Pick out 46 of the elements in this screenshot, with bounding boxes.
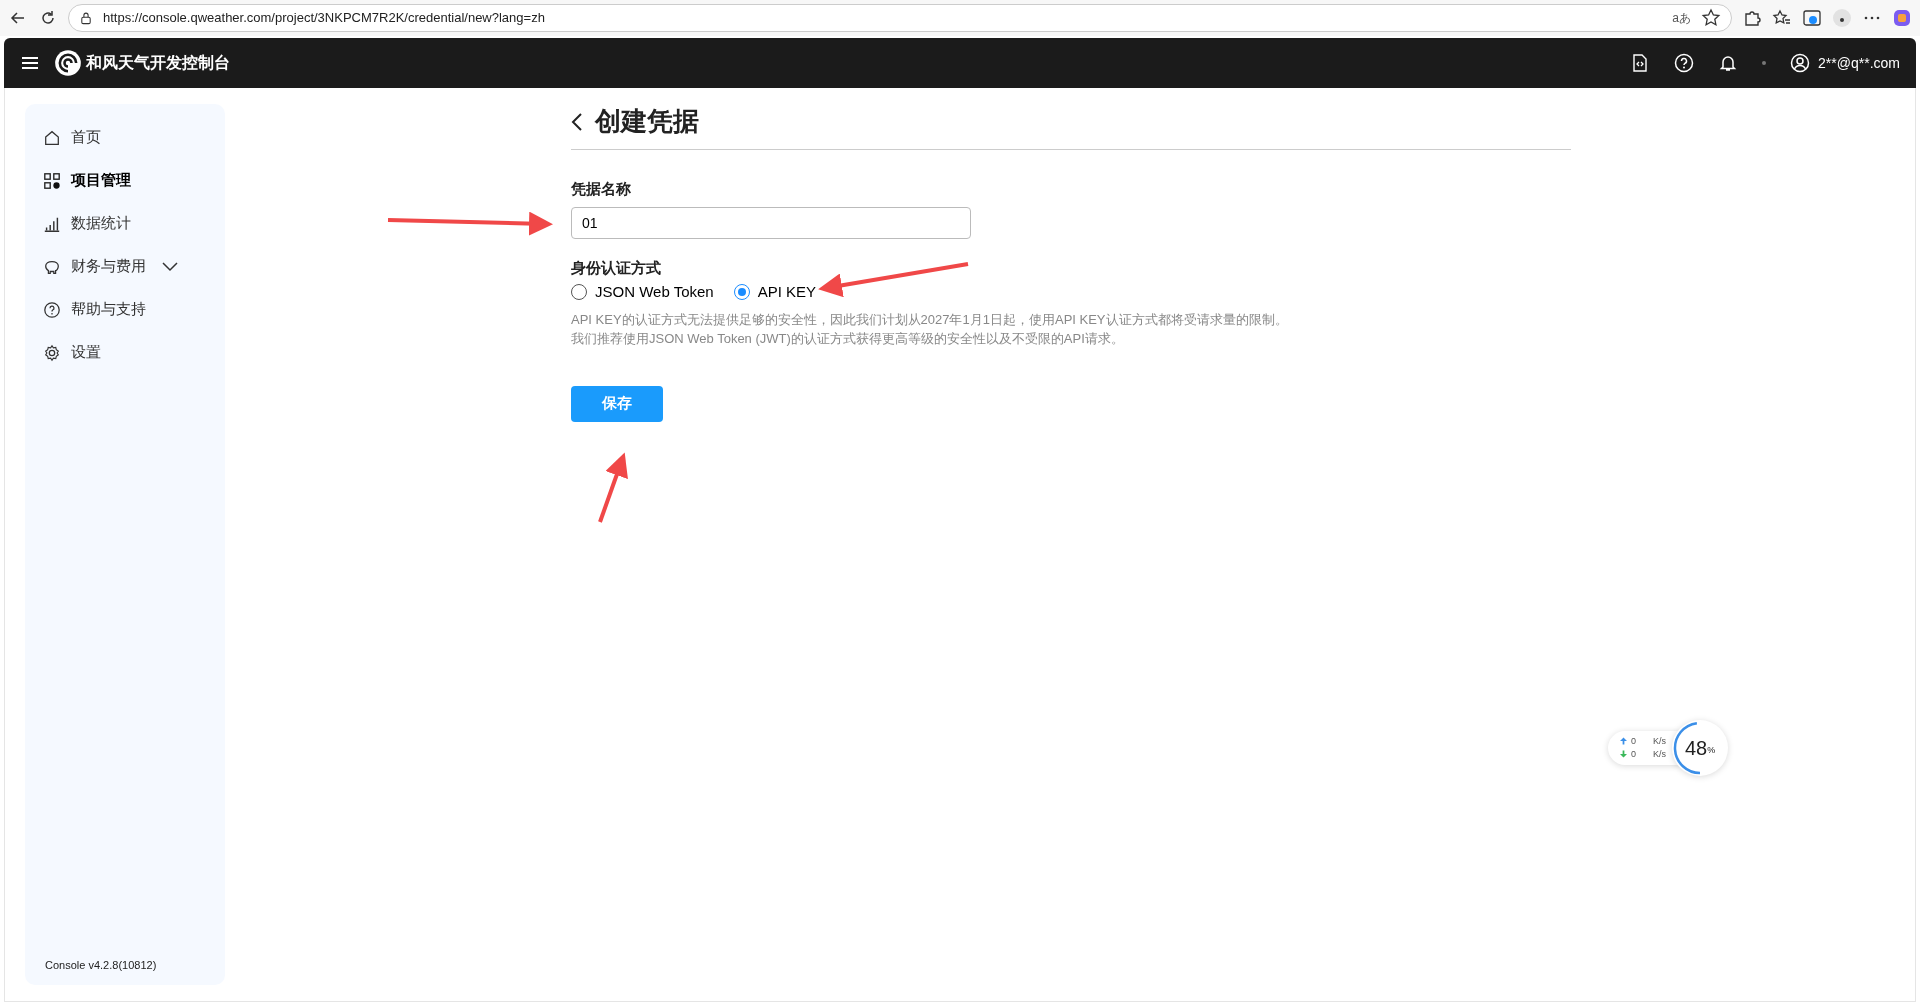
help-text: 我们推荐使用JSON Web Token (JWT)的认证方式获得更高等级的安全性以及不受限的API请求。 — [571, 329, 1125, 348]
dot-icon — [1762, 61, 1767, 65]
gear-icon — [43, 343, 61, 362]
radio-option[interactable]: JSON Web Token — [571, 281, 714, 304]
version-text: Console v4.2.8(10812) — [44, 957, 158, 973]
spiral-logo-icon — [54, 49, 82, 77]
url-text: https://console.qweather.com/project/3NKPCM7R2K/credential/new?lang=zh — [103, 9, 546, 28]
speed-unit: K/s — [1653, 748, 1666, 761]
user-icon[interactable] — [1790, 53, 1811, 73]
bell-icon[interactable] — [1718, 53, 1739, 73]
browser-e-icon[interactable] — [1802, 8, 1822, 28]
home-icon — [43, 128, 61, 147]
upload-speed: 0 — [1631, 735, 1637, 748]
page-title: 创建凭据 — [595, 106, 699, 138]
puzzle-icon[interactable] — [1742, 8, 1762, 28]
app-title: 和风天气开发控制台 — [86, 53, 230, 73]
down-arrow-icon — [1620, 750, 1627, 758]
help-icon — [43, 300, 61, 319]
sidebar-item[interactable]: 设置 — [25, 331, 119, 374]
profile-icon[interactable] — [1832, 8, 1852, 28]
user-email[interactable]: 2**@q**.com — [1818, 52, 1900, 74]
annotation-arrow — [598, 452, 628, 523]
usage-percent: 48 — [1684, 736, 1708, 761]
speed-unit: K/s — [1653, 735, 1666, 748]
percent-sign: % — [1707, 745, 1716, 758]
lock-icon[interactable] — [79, 11, 93, 25]
back-chevron-icon[interactable] — [571, 111, 583, 132]
help-icon[interactable] — [1674, 53, 1695, 73]
sidebar-item[interactable]: 数据统计 — [25, 202, 149, 245]
copilot-icon[interactable] — [1892, 8, 1912, 28]
chevron-icon[interactable] — [162, 261, 178, 272]
field-label: 凭据名称 — [571, 179, 631, 200]
read-aloud-button[interactable]: aあ — [1672, 9, 1691, 27]
field-label: 身份认证方式 — [571, 257, 661, 278]
credential-name-field[interactable]: 01 — [571, 206, 971, 239]
radio-option[interactable]: API KEY — [733, 281, 817, 304]
address-bar[interactable]: https://console.qweather.com/project/3NKPCM7R2K/credential/new?lang=zh aあ — [68, 4, 1732, 32]
sidebar-item[interactable]: 首页 — [25, 116, 119, 159]
help-text: API KEY的认证方式无法提供足够的安全性，因此我们计划从2027年1月1日起，使用API KEY认证方式都将受请求量的限制。 — [571, 310, 1289, 329]
sidebar-item[interactable]: 财务与费用 — [25, 245, 196, 288]
grid-icon — [43, 171, 61, 190]
sidebar-item[interactable]: 帮助与支持 — [25, 288, 164, 331]
sidebar-item[interactable]: 项目管理 — [25, 159, 149, 202]
star-icon[interactable] — [1701, 8, 1721, 28]
download-speed: 0 — [1631, 748, 1637, 761]
up-arrow-icon — [1620, 737, 1627, 745]
